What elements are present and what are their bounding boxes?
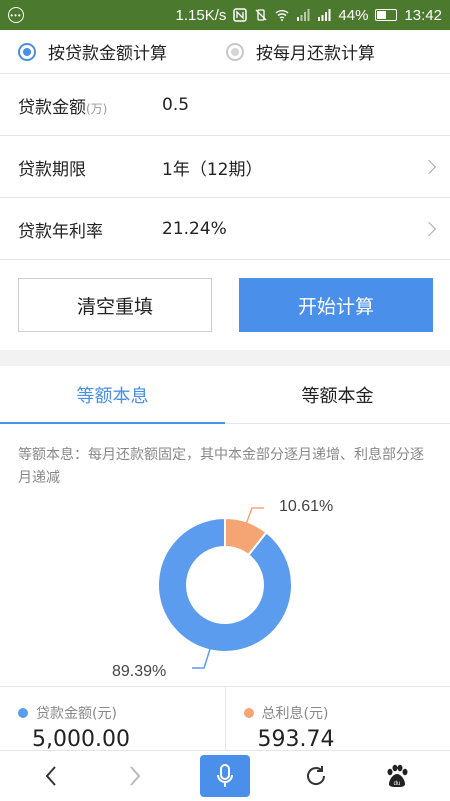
refresh-button[interactable]	[291, 751, 341, 801]
status-right: 1.15K/s 44% 13:42	[176, 7, 442, 24]
mode-by-amount[interactable]: 按贷款金额计算	[18, 39, 167, 64]
repayment-donut-chart: 10.61% 89.39%	[0, 488, 450, 688]
loan-amount-input[interactable]: 0.5	[162, 95, 189, 115]
principal-slice	[158, 518, 292, 652]
legend-dot-icon	[18, 708, 28, 718]
network-speed: 1.15K/s	[176, 7, 227, 24]
loan-term-field[interactable]: 贷款期限 1年（12期）	[0, 137, 450, 198]
calc-mode-selector: 按贷款金额计算 按每月还款计算	[0, 30, 450, 74]
principal-summary-value: 5,000.00	[32, 727, 130, 750]
mode-by-monthly-label: 按每月还款计算	[256, 39, 375, 64]
refresh-icon	[304, 764, 328, 788]
loan-amount-unit: (万)	[86, 102, 107, 116]
vibrate-off-icon	[254, 8, 268, 22]
wifi-icon	[275, 8, 289, 22]
loan-term-value: 1年（12期）	[162, 155, 262, 180]
loan-term-label: 贷款期限	[18, 155, 86, 180]
signal-icon-2	[317, 8, 331, 22]
loan-rate-value: 21.24%	[162, 219, 227, 239]
svg-text:du: du	[394, 781, 401, 787]
loan-rate-field[interactable]: 贷款年利率 21.24%	[0, 199, 450, 260]
section-divider	[0, 350, 450, 366]
tab-equal-principal[interactable]: 等额本金	[225, 366, 450, 423]
start-calc-button[interactable]: 开始计算	[239, 278, 433, 332]
interest-summary-label: 总利息(元)	[244, 703, 329, 723]
interest-slice-label: 10.61%	[279, 498, 333, 515]
interest-summary: 总利息(元) 593.74	[225, 687, 450, 750]
forward-button[interactable]	[110, 751, 160, 801]
voice-search-button[interactable]	[200, 751, 250, 801]
principal-summary: 贷款金额(元) 5,000.00	[0, 687, 225, 750]
back-button[interactable]	[26, 751, 76, 801]
mic-button-bg	[200, 755, 250, 797]
clock: 13:42	[404, 7, 442, 24]
microphone-icon	[215, 763, 235, 789]
more-dots-icon: •••	[8, 7, 24, 23]
legend-dot-icon	[244, 708, 254, 718]
signal-icon	[296, 8, 310, 22]
chevron-right-icon	[127, 764, 143, 788]
radio-unselected-icon	[226, 43, 244, 61]
loan-amount-label: 贷款金额(万)	[18, 93, 107, 118]
interest-summary-value: 593.74	[258, 727, 335, 750]
baidu-home-button[interactable]: du	[372, 751, 422, 801]
mode-by-monthly[interactable]: 按每月还款计算	[226, 39, 375, 64]
repayment-tabs: 等额本息 等额本金	[0, 366, 450, 424]
battery-percent: 44%	[338, 7, 368, 24]
chevron-left-icon	[43, 764, 59, 788]
clear-button[interactable]: 清空重填	[18, 278, 212, 332]
loan-rate-label: 贷款年利率	[18, 217, 103, 242]
method-description: 等额本息：每月还款额固定，其中本金部分逐月递增、利息部分逐月递减	[18, 444, 434, 490]
chevron-right-icon	[422, 222, 436, 236]
principal-summary-label: 贷款金额(元)	[18, 703, 117, 723]
result-summary: 贷款金额(元) 5,000.00 总利息(元) 593.74	[0, 686, 450, 750]
loan-amount-field[interactable]: 贷款金额(万) 0.5	[0, 75, 450, 136]
tab-equal-installment[interactable]: 等额本息	[0, 366, 225, 423]
battery-icon	[375, 9, 397, 21]
principal-slice-label: 89.39%	[112, 663, 166, 680]
paw-icon: du	[384, 763, 410, 789]
nfc-icon	[233, 8, 247, 22]
radio-selected-icon	[18, 43, 36, 61]
browser-nav-bar: du	[0, 750, 450, 800]
chevron-right-icon	[422, 160, 436, 174]
status-bar: ••• 1.15K/s 44% 13:42	[0, 0, 450, 30]
mode-by-amount-label: 按贷款金额计算	[48, 39, 167, 64]
